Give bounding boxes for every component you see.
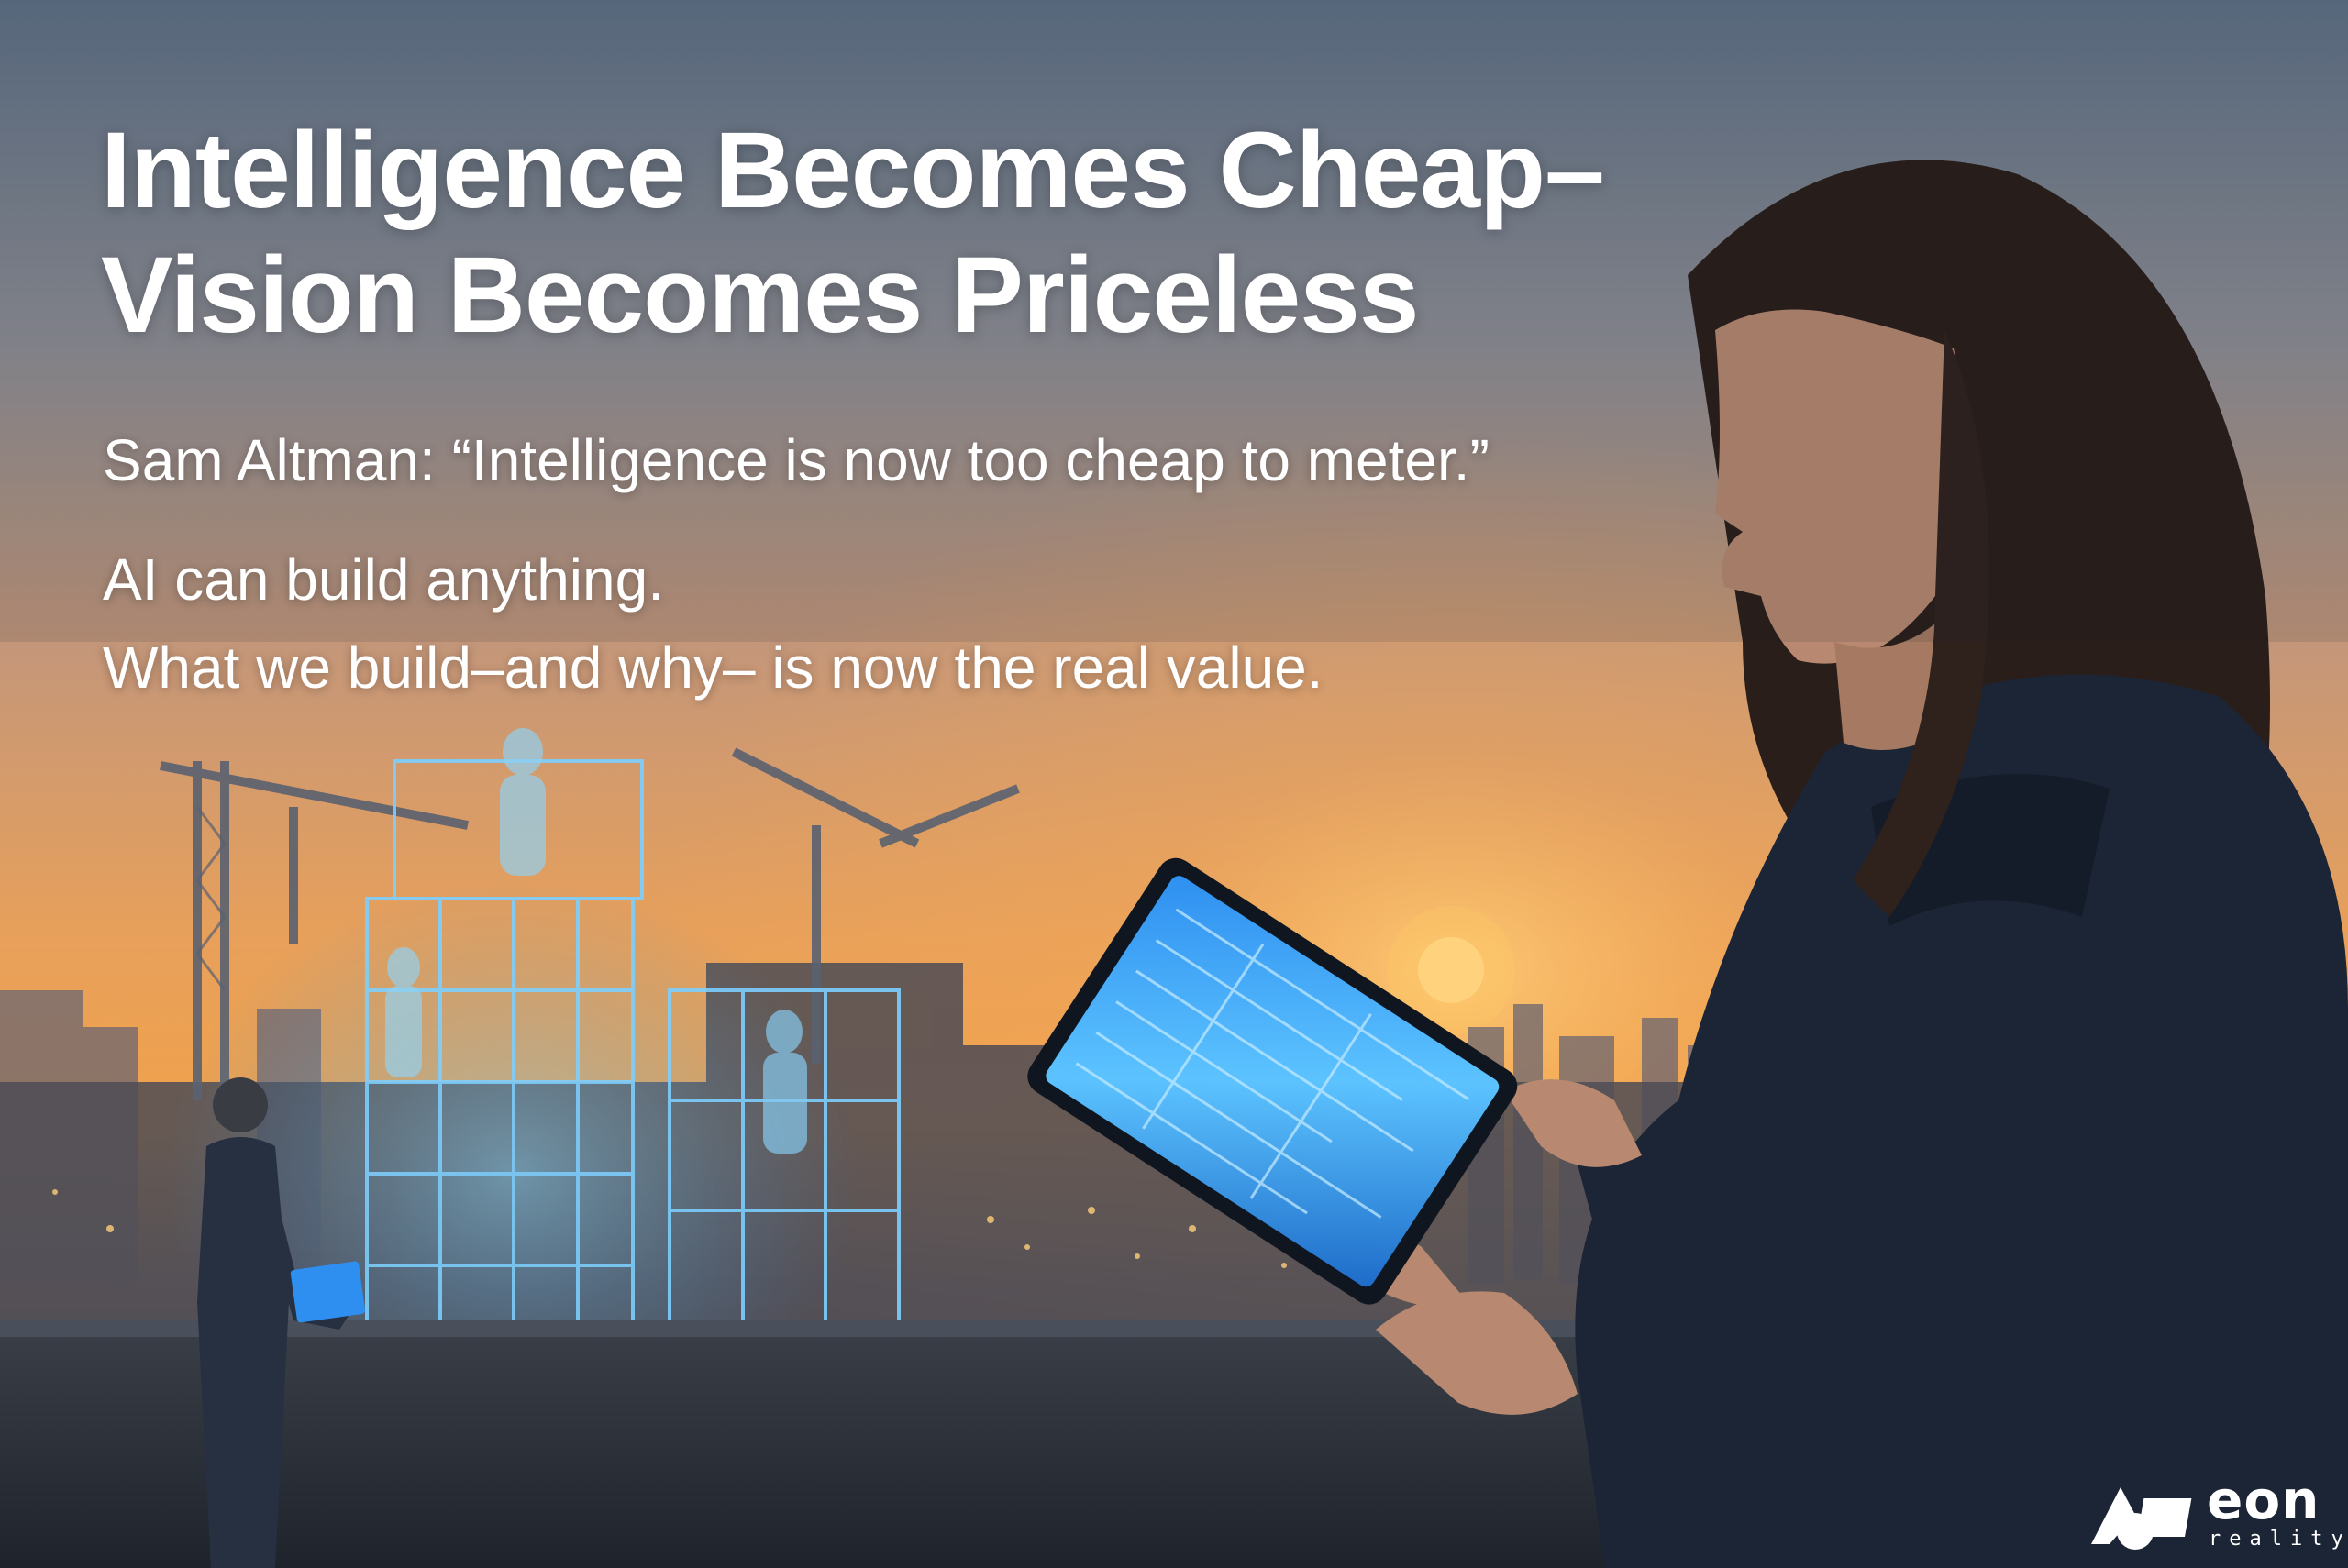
body-line-2: What we build–and why– is now the real v…	[103, 635, 1324, 701]
logo-subtitle: reality	[2209, 1528, 2348, 1551]
headline-line-2: Vision Becomes Priceless	[101, 235, 1420, 356]
headline: Intelligence Becomes Cheap– Vision Becom…	[101, 108, 1844, 358]
body-text: AI can build anything. What we build–and…	[103, 536, 1324, 712]
eon-reality-logo: eon reality	[2088, 1469, 2343, 1559]
logo-wordmark: eon	[2207, 1469, 2320, 1531]
eon-logo-icon	[2091, 1487, 2192, 1550]
headline-line-1: Intelligence Becomes Cheap–	[101, 110, 1605, 231]
altman-quote: Sam Altman: “Intelligence is now too che…	[103, 427, 1490, 493]
body-line-1: AI can build anything.	[103, 547, 664, 613]
